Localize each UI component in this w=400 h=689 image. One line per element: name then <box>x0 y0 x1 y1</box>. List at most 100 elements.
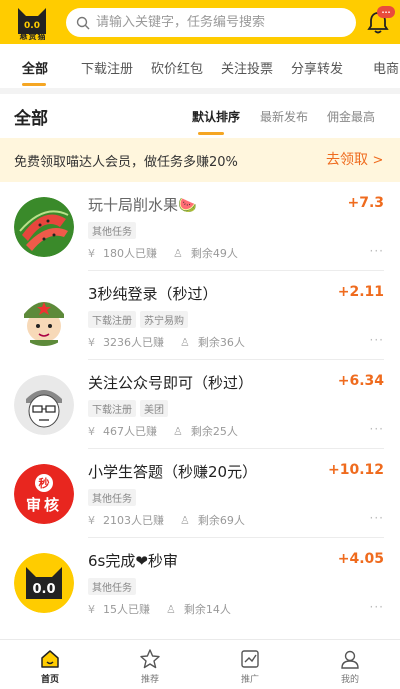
tab-all[interactable]: 全部 <box>22 58 48 77</box>
task-tag: 其他任务 <box>88 222 136 239</box>
task-tags: 下载注册 苏宁易购 <box>88 311 188 328</box>
yuan-icon: ¥ <box>88 247 95 260</box>
svg-text:秒: 秒 <box>39 476 50 490</box>
more-icon[interactable]: ··· <box>370 333 384 347</box>
bottom-nav: 首页 推荐 推广 我的 <box>0 639 400 689</box>
sort-default[interactable]: 默认排序 <box>192 108 240 125</box>
task-tags: 下载注册 美团 <box>88 400 168 417</box>
user-icon <box>341 650 359 669</box>
star-icon <box>140 649 160 669</box>
yuan-icon: ¥ <box>88 425 95 438</box>
more-icon[interactable]: ··· <box>370 511 384 525</box>
yuan-icon: ¥ <box>88 514 95 527</box>
task-item[interactable]: 3秒纯登录（秒过） +2.11 下载注册 苏宁易购 ¥3236人已赚 ♙ 剩余36人… <box>0 271 400 360</box>
more-icon[interactable]: ··· <box>370 244 384 258</box>
tab-download-register[interactable]: 下载注册 <box>81 58 133 77</box>
task-reward: +4.05 <box>337 551 384 567</box>
nav-home-label: 首页 <box>40 675 59 685</box>
task-title: 3秒纯登录（秒过） <box>88 285 218 303</box>
nav-recommend-label: 推荐 <box>140 675 159 685</box>
notification-badge: ... <box>377 6 395 18</box>
search-input[interactable] <box>96 15 336 30</box>
task-title: 关注公众号即可（秒过） <box>88 374 254 392</box>
search-bar[interactable] <box>66 8 356 37</box>
audit-badge-avatar: 秒 审核 <box>14 464 74 524</box>
search-icon <box>76 16 90 29</box>
task-earned: 2103人已赚 <box>103 514 164 527</box>
task-earned: 15人已赚 <box>103 603 150 616</box>
yuan-icon: ¥ <box>88 603 95 616</box>
task-item[interactable]: 玩十局削水果🍉 +7.3 其他任务 ¥180人已赚 ♙ 剩余49人 ··· <box>0 182 400 271</box>
svg-text:审核: 审核 <box>26 496 62 514</box>
task-item[interactable]: 关注公众号即可（秒过） +6.34 下载注册 美团 ¥467人已赚 ♙ 剩余25人 … <box>0 360 400 449</box>
task-tag: 美团 <box>140 400 168 417</box>
task-title: 小学生答题（秒赚20元） <box>88 463 258 481</box>
sort-newest[interactable]: 最新发布 <box>260 108 308 125</box>
task-tag: 下载注册 <box>88 311 136 328</box>
watermelon-avatar <box>14 197 74 257</box>
task-reward: +6.34 <box>337 373 384 389</box>
category-tabs: 全部 下载注册 砍价红包 关注投票 分享转发 电商 <box>0 44 400 88</box>
yuan-icon: ¥ <box>88 336 95 349</box>
task-tag: 其他任务 <box>88 489 136 506</box>
task-meta: ¥2103人已赚 ♙ 剩余69人 <box>88 512 245 528</box>
person-icon: ♙ <box>173 425 183 438</box>
tab-share-forward[interactable]: 分享转发 <box>291 58 343 77</box>
nav-home[interactable]: 首页 <box>20 648 80 685</box>
task-remaining: 剩余25人 <box>190 425 238 438</box>
cat-logo-avatar: 0.0 <box>14 553 74 613</box>
sketch-man-avatar <box>14 375 74 435</box>
nav-recommend[interactable]: 推荐 <box>120 648 180 685</box>
nav-promote-label: 推广 <box>240 675 259 685</box>
task-tags: 其他任务 <box>88 489 136 506</box>
task-item[interactable]: 0.0 6s完成❤秒审 +4.05 其他任务 ¥15人已赚 ♙ 剩余14人 ··· <box>0 538 400 627</box>
app-header: 0.0 悬赏猫 ... <box>0 0 400 44</box>
task-title: 6s完成❤秒审 <box>88 552 178 570</box>
chart-icon <box>241 650 259 668</box>
task-meta: ¥180人已赚 ♙ 剩余49人 <box>88 245 238 261</box>
task-remaining: 剩余49人 <box>190 247 238 260</box>
tab-bargain-redpacket[interactable]: 砍价红包 <box>151 58 203 77</box>
task-tags: 其他任务 <box>88 578 136 595</box>
tab-ecommerce[interactable]: 电商 <box>373 58 399 77</box>
promo-banner[interactable]: 免费领取喵达人会员，做任务多赚20% 去领取 > <box>0 138 400 182</box>
tab-follow-vote[interactable]: 关注投票 <box>221 58 273 77</box>
task-reward: +2.11 <box>337 284 384 300</box>
svg-text:0.0: 0.0 <box>24 21 40 31</box>
task-tag: 其他任务 <box>88 578 136 595</box>
nav-mine[interactable]: 我的 <box>320 648 380 685</box>
person-icon: ♙ <box>180 336 190 349</box>
sort-active-indicator <box>198 132 224 135</box>
sort-bar: 全部 默认排序 最新发布 佣金最高 <box>0 94 400 138</box>
tab-active-indicator <box>22 83 46 86</box>
nav-mine-label: 我的 <box>340 675 359 685</box>
list-title: 全部 <box>14 109 48 129</box>
logo-text: 悬赏猫 <box>19 32 47 41</box>
nav-promote[interactable]: 推广 <box>220 648 280 685</box>
sort-commission[interactable]: 佣金最高 <box>327 108 375 125</box>
task-meta: ¥3236人已赚 ♙ 剩余36人 <box>88 334 245 350</box>
task-tag: 下载注册 <box>88 400 136 417</box>
task-tag: 苏宁易购 <box>140 311 188 328</box>
task-remaining: 剩余36人 <box>197 336 245 349</box>
home-icon <box>41 650 59 668</box>
task-remaining: 剩余14人 <box>183 603 231 616</box>
task-earned: 180人已赚 <box>103 247 157 260</box>
task-remaining: 剩余69人 <box>197 514 245 527</box>
more-icon[interactable]: ··· <box>370 422 384 436</box>
chevron-right-icon: > <box>372 153 384 168</box>
promo-text: 免费领取喵达人会员，做任务多赚20% <box>14 155 238 170</box>
task-meta: ¥15人已赚 ♙ 剩余14人 <box>88 601 231 617</box>
person-icon: ♙ <box>173 247 183 260</box>
task-earned: 467人已赚 <box>103 425 157 438</box>
task-reward: +10.12 <box>327 462 384 478</box>
task-title: 玩十局削水果🍉 <box>88 196 197 214</box>
promo-link-label: 去领取 <box>326 152 368 168</box>
task-reward: +7.3 <box>347 195 384 211</box>
more-icon[interactable]: ··· <box>370 600 384 614</box>
task-item[interactable]: 秒 审核 小学生答题（秒赚20元） +10.12 其他任务 ¥2103人已赚 ♙ 剩… <box>0 449 400 538</box>
task-earned: 3236人已赚 <box>103 336 164 349</box>
promo-claim-link[interactable]: 去领取 > <box>326 149 383 169</box>
task-tags: 其他任务 <box>88 222 136 239</box>
svg-text:0.0: 0.0 <box>32 582 55 597</box>
